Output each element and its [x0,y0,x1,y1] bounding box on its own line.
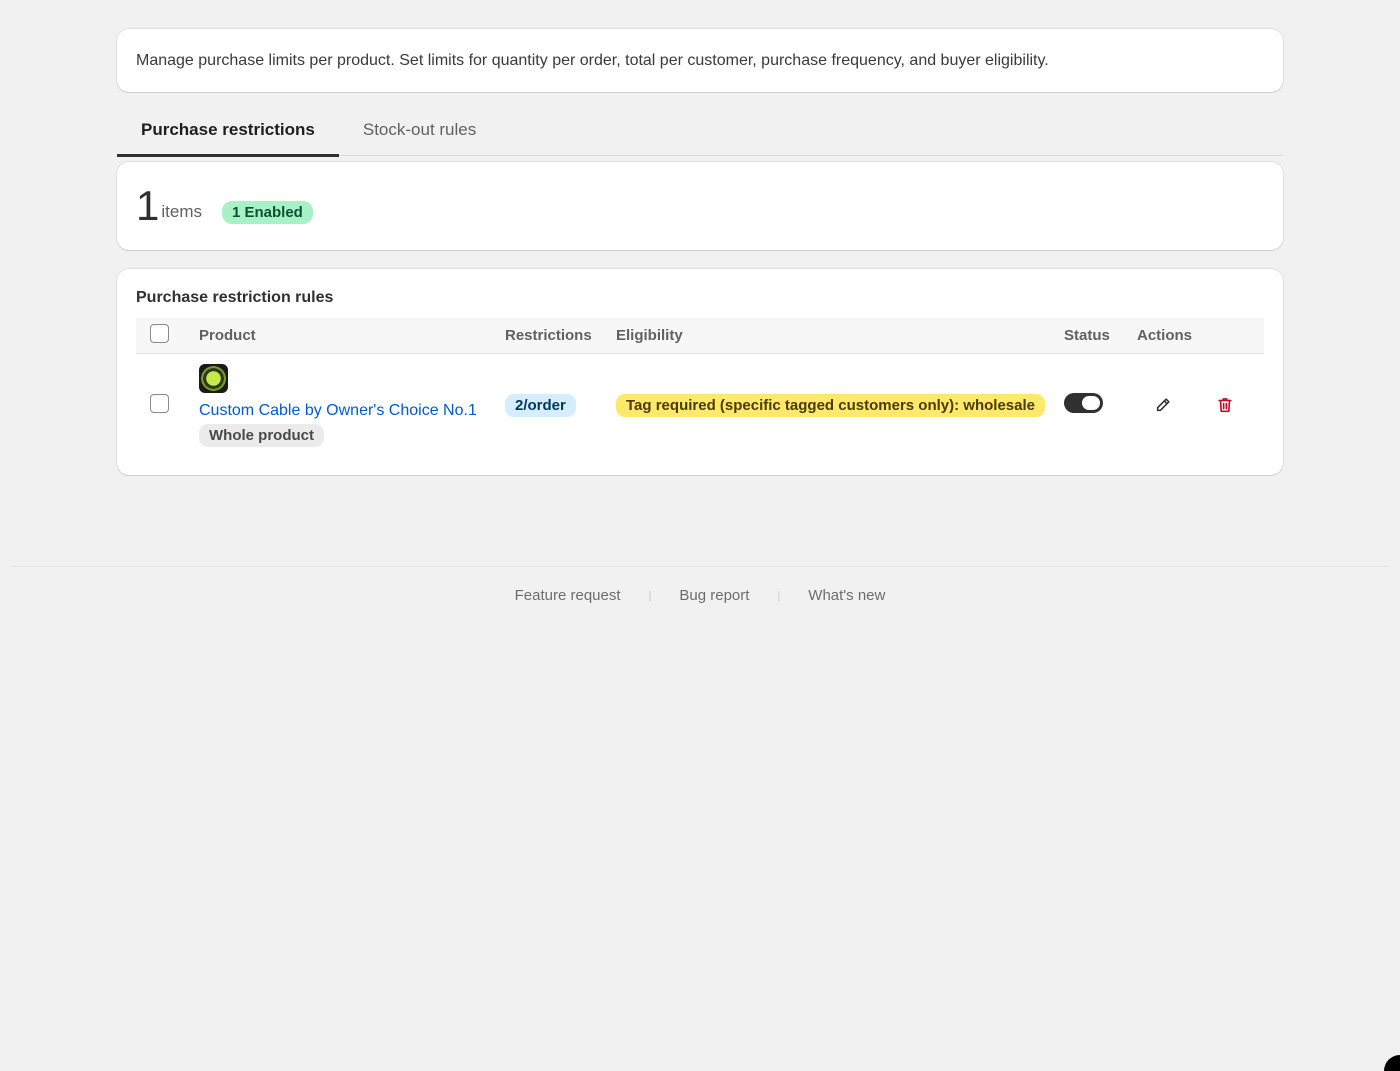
trash-icon [1218,398,1232,413]
row-checkbox[interactable] [150,393,169,413]
column-status[interactable]: Status [1064,318,1137,354]
product-thumbnail [199,363,228,393]
items-label: items [161,202,202,221]
intro-card: Manage purchase limits per product. Set … [117,29,1283,92]
column-product[interactable]: Product [199,318,505,354]
tab-purchase-restrictions[interactable]: Purchase restrictions [117,104,339,157]
window-corner [1384,1055,1400,1071]
enabled-badge: 1 Enabled [221,201,313,224]
tab-bar: Purchase restrictions Stock-out rules [117,104,1283,157]
tab-stock-out-rules[interactable]: Stock-out rules [339,104,500,156]
column-actions: Actions [1137,318,1264,354]
column-restrictions[interactable]: Restrictions [505,318,616,354]
footer-divider: | [777,589,781,602]
scope-badge: Whole product [199,423,324,447]
feature-request-link[interactable]: Feature request [515,587,621,604]
rules-table: Product Restrictions Eligibility Status … [136,318,1264,457]
bug-report-link[interactable]: Bug report [679,587,749,604]
product-link[interactable]: Custom Cable by Owner's Choice No.1 [199,402,505,420]
items-count: 1 [136,182,160,229]
footer-divider: | [648,589,652,602]
select-all-checkbox[interactable] [150,323,169,343]
main-content: Manage purchase limits per product. Set … [117,29,1283,475]
pencil-icon [1156,398,1170,412]
restriction-badge: 2/order [505,393,576,417]
footer: Feature request | Bug report | What's ne… [10,566,1390,624]
rules-card: Purchase restriction rules Product Restr… [117,269,1283,475]
rules-title: Purchase restriction rules [136,289,334,306]
intro-text: Manage purchase limits per product. Set … [136,51,1049,69]
eligibility-badge: Tag required (specific tagged customers … [616,393,1045,417]
status-toggle[interactable] [1064,393,1103,414]
summary-card: 1 items 1 Enabled [117,162,1283,250]
whats-new-link[interactable]: What's new [808,587,885,604]
column-eligibility[interactable]: Eligibility [616,318,1064,354]
edit-button[interactable] [1148,390,1178,420]
toggle-knob [1082,396,1100,411]
delete-button[interactable] [1210,390,1240,420]
table-header-row: Product Restrictions Eligibility Status … [136,318,1264,354]
table-row: Custom Cable by Owner's Choice No.1 Whol… [136,353,1264,457]
